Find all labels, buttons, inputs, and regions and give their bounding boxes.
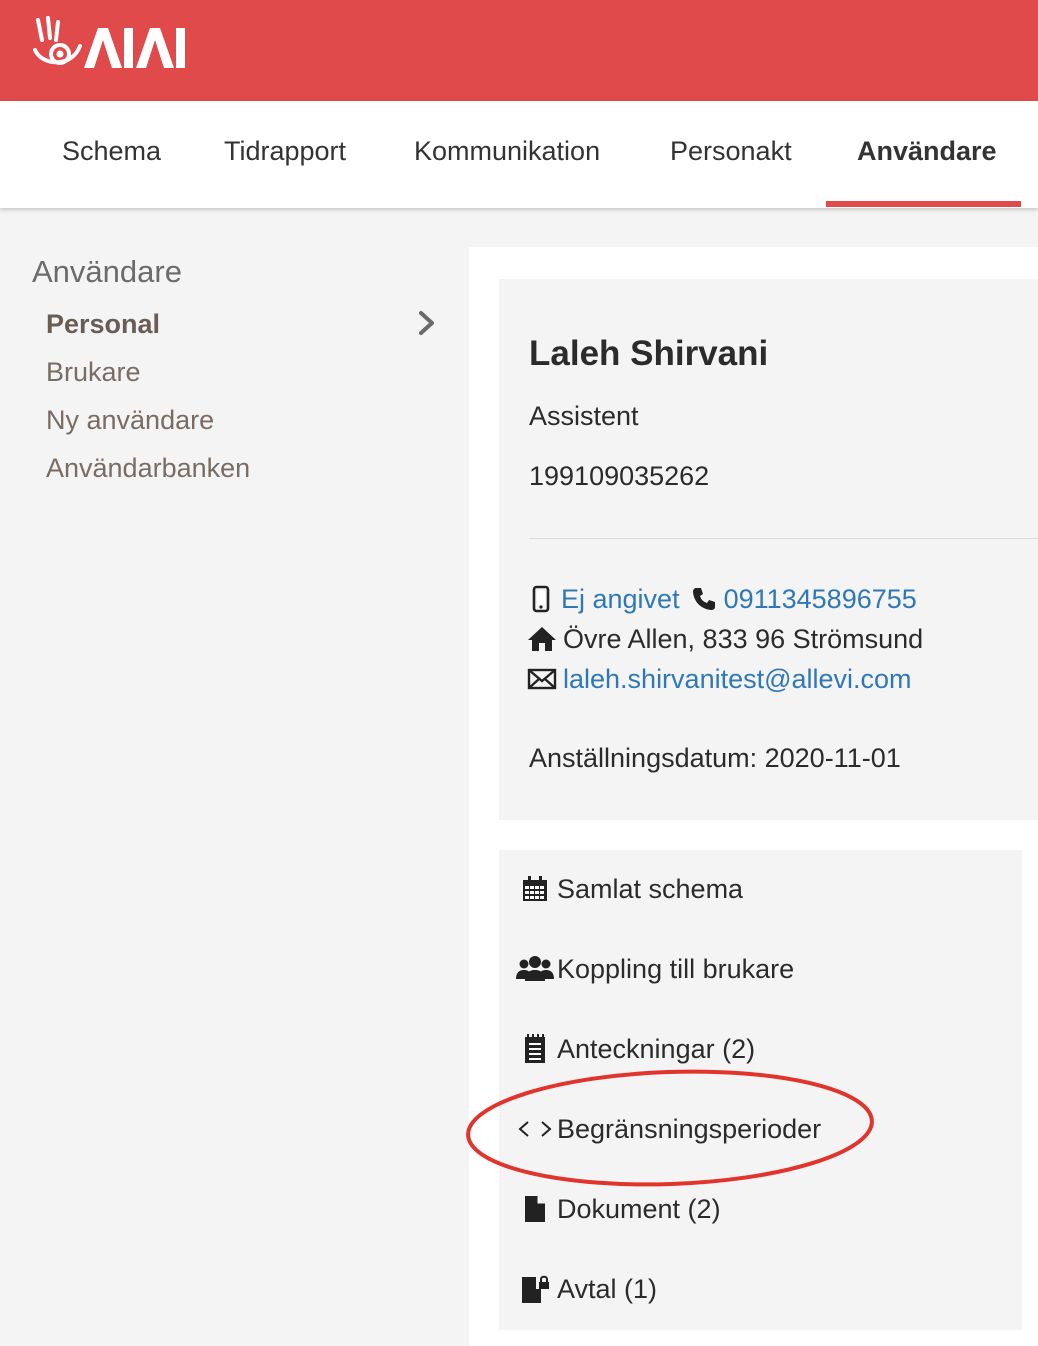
phone-number-link[interactable]: 0911345896755 <box>724 584 917 615</box>
sidebar-item-anvandarbanken[interactable]: Användarbanken <box>46 453 250 484</box>
nav-tab-anvandare[interactable]: Användare <box>857 101 997 208</box>
menu-item-anteckningar[interactable]: Anteckningar (2) <box>512 1029 755 1069</box>
mobile-number-link[interactable]: Ej angivet <box>561 584 680 615</box>
chevron-right-icon <box>419 311 434 335</box>
document-icon <box>512 1194 557 1224</box>
sidebar-item-personal[interactable]: Personal <box>46 309 160 340</box>
active-tab-indicator <box>826 201 1021 207</box>
phone-icon <box>690 585 718 613</box>
nav-tab-tidrapport[interactable]: Tidrapport <box>224 101 346 208</box>
sidebar-item-ny-anvandare[interactable]: Ny användare <box>46 405 214 436</box>
menu-item-label: Dokument (2) <box>557 1193 721 1224</box>
email-row: laleh.shirvanitest@allevi.com <box>527 662 912 696</box>
sidebar-item-brukare[interactable]: Brukare <box>46 357 141 388</box>
email-link[interactable]: laleh.shirvanitest@allevi.com <box>563 664 912 695</box>
top-header-bar <box>0 0 1038 101</box>
menu-item-avtal[interactable]: Avtal (1) <box>512 1269 657 1309</box>
menu-item-label: Anteckningar (2) <box>557 1033 756 1064</box>
mobile-phone-icon <box>527 585 555 613</box>
profile-divider <box>529 538 1038 539</box>
user-role: Assistent <box>529 401 639 431</box>
address-text: Övre Allen, 833 96 Strömsund <box>563 623 924 654</box>
menu-item-koppling-till-brukare[interactable]: Koppling till brukare <box>512 949 794 989</box>
home-icon <box>527 625 557 653</box>
contact-phones-row: Ej angivet 0911345896755 <box>527 582 917 616</box>
menu-item-samlat-schema[interactable]: Samlat schema <box>512 869 743 909</box>
employment-date: Anställningsdatum: 2020-11-01 <box>529 743 901 773</box>
nav-tab-schema[interactable]: Schema <box>62 101 161 208</box>
menu-item-label: Samlat schema <box>557 873 744 904</box>
users-icon <box>512 955 557 983</box>
personal-number: 199109035262 <box>529 461 710 491</box>
address-row: Övre Allen, 833 96 Strömsund <box>527 622 923 656</box>
notes-icon <box>512 1034 557 1064</box>
brand-logo-mark <box>33 16 185 68</box>
sidebar-title: Användare <box>32 254 182 289</box>
menu-item-label: Avtal (1) <box>557 1273 658 1304</box>
menu-item-dokument[interactable]: Dokument (2) <box>512 1189 721 1229</box>
brand-logo[interactable] <box>32 16 202 76</box>
highlight-circle <box>466 1069 874 1187</box>
contract-lock-icon <box>512 1273 557 1305</box>
nav-tab-personakt[interactable]: Personakt <box>670 101 792 208</box>
calendar-icon <box>512 875 557 903</box>
menu-item-label: Koppling till brukare <box>557 953 795 984</box>
envelope-icon <box>527 667 557 691</box>
nav-tab-kommunikation[interactable]: Kommunikation <box>414 101 600 208</box>
user-name: Laleh Shirvani <box>529 334 769 373</box>
